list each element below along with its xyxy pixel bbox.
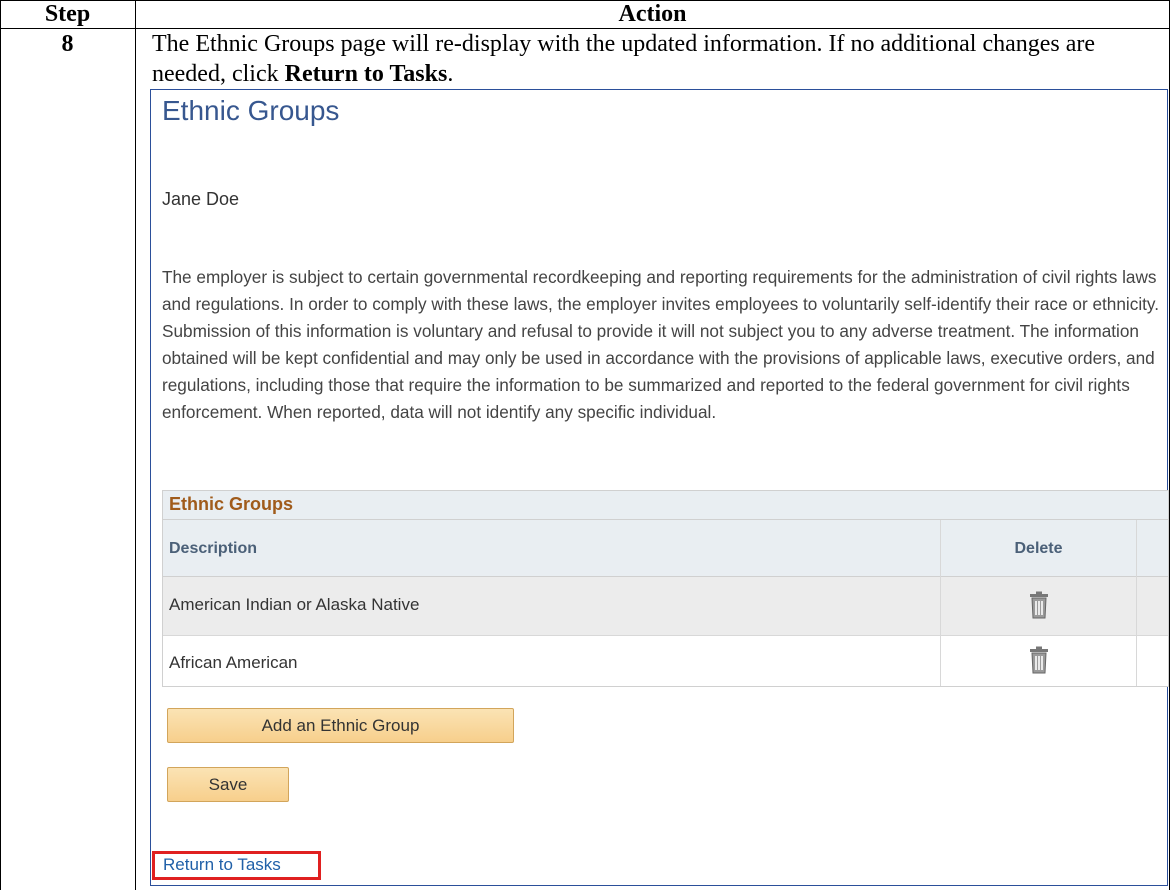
column-divider [1136,520,1137,686]
row-description: American Indian or Alaska Native [169,595,420,614]
table-border-left [0,0,1,890]
save-button[interactable]: Save [167,767,289,802]
row-description: African American [169,653,298,672]
column-header-spacer [1137,520,1168,577]
column-label-delete: Delete [1014,540,1063,557]
screenshot-frame [150,89,151,886]
column-header-description: Description [163,520,940,577]
ethnic-groups-screenshot [150,89,1168,885]
ethnic-groups-grid: Ethnic Groups Description Delete America… [162,490,1169,687]
grid-title: Ethnic Groups [169,494,294,514]
table-row: American Indian or Alaska Native [163,577,1168,636]
disclaimer-paragraph: The employer is subject to certain gover… [162,267,1160,422]
grid-title-bar: Ethnic Groups [163,491,1168,520]
instruction-text: The Ethnic Groups page will re-display w… [152,29,1162,89]
step-number: 8 [61,31,74,57]
table-row: African American [163,636,1168,686]
column-header-delete: Delete [941,520,1136,577]
header-action: Action [618,1,687,27]
person-name: Jane Doe [162,189,240,209]
add-ethnic-group-button[interactable]: Add an Ethnic Group [167,708,514,743]
instruction-bold: Return to Tasks [284,61,448,87]
screenshot-frame [1167,89,1168,886]
trash-icon[interactable] [1029,591,1049,619]
page-title: Ethnic Groups [162,95,340,126]
column-label-description: Description [169,540,258,557]
header-step: Step [44,1,91,27]
table-column-divider [135,0,136,890]
screenshot-frame [150,89,1168,90]
trash-icon[interactable] [1029,646,1049,674]
column-divider [940,520,941,686]
instruction-part2: . [447,61,454,87]
return-to-tasks-link[interactable]: Return to Tasks [163,854,281,876]
screenshot-frame [150,885,1168,886]
